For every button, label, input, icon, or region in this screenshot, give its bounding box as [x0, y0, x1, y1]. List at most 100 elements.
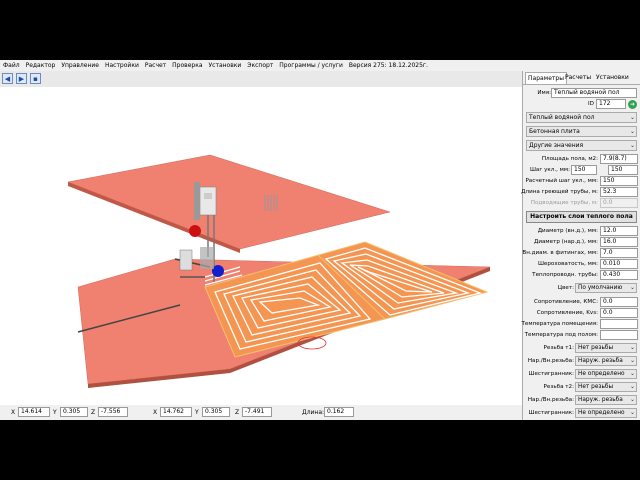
step-field[interactable]: 150	[571, 165, 597, 175]
color-label: Цвет:	[557, 285, 574, 291]
thread-type-t2-select[interactable]: Наруж. резьба ⌄	[575, 395, 637, 405]
select-row: Резьба т1: Нет резьбы ⌄	[523, 343, 640, 354]
y1-field[interactable]: 0.305	[60, 407, 88, 417]
select-value: Нет резьбы	[578, 345, 614, 351]
status-bar: X 14.614 Y 0.305 Z -7.556 X 14.762 Y 0.3…	[0, 405, 522, 420]
field-row: Сопротивление, КМС: 0.0	[523, 297, 640, 308]
type-dropdown-value: Теплый водяной пол	[529, 114, 595, 121]
menu-setup[interactable]: Установки	[206, 62, 245, 69]
outer-diameter-field[interactable]: 16.0	[600, 237, 638, 247]
menu-editor[interactable]: Редактор	[23, 62, 59, 69]
chevron-down-icon: ⌄	[629, 128, 635, 135]
hex-t2-select[interactable]: Не определено ⌄	[575, 408, 637, 418]
go-arrow-icon[interactable]: ➜	[628, 100, 637, 109]
toolbar: ◀ ▶ ▪	[0, 71, 522, 87]
z2-field[interactable]: -7.491	[242, 407, 272, 417]
3d-viewport[interactable]	[0, 87, 522, 405]
thread-t1-select[interactable]: Нет резьбы ⌄	[575, 343, 637, 353]
pump-body	[200, 247, 214, 269]
field-row: Шаг укл., мм: 150 150	[523, 165, 640, 176]
name-row: Имя: Теплый водяной пол	[523, 88, 640, 99]
menu-control[interactable]: Управление	[58, 62, 102, 69]
field-row: Вн.диам. в фитингах, мм: 7.0	[522, 248, 640, 259]
chevron-down-icon: ⌄	[629, 114, 635, 121]
select-row: Нар./Вн.резьба: Наруж. резьба ⌄	[523, 356, 640, 367]
menu-check[interactable]: Проверка	[169, 62, 205, 69]
kvs-field[interactable]: 0.0	[600, 308, 638, 318]
base-dropdown[interactable]: Бетонная плита ⌄	[526, 126, 637, 137]
configure-layers-button[interactable]: Настроить слои теплого пола	[526, 211, 637, 223]
tab-settings[interactable]: Установки	[594, 72, 631, 84]
field-row: Температура под полом:	[523, 330, 640, 341]
menu-settings[interactable]: Настройки	[102, 62, 142, 69]
hex-t1-select[interactable]: Не определено ⌄	[575, 369, 637, 379]
select-value: Нет резьбы	[578, 384, 614, 390]
menu-export[interactable]: Экспорт	[244, 62, 276, 69]
name-field[interactable]: Теплый водяной пол	[551, 88, 637, 98]
field-label: Температура помещения:	[521, 321, 598, 327]
select-row: Резьба т2: Нет резьбы ⌄	[523, 382, 640, 393]
z1-field[interactable]: -7.556	[98, 407, 128, 417]
type-dropdown[interactable]: Теплый водяной пол ⌄	[526, 112, 637, 123]
boiler-panel	[204, 193, 212, 199]
select-label: Шестигранник:	[528, 371, 574, 377]
save-icon[interactable]: ▪	[30, 73, 41, 84]
back-arrow-icon[interactable]: ◀	[2, 73, 13, 84]
conductivity-field[interactable]: 0.430	[600, 270, 638, 280]
chevron-down-icon: ⌄	[629, 396, 635, 403]
supply-pipes-field: 0.0	[600, 198, 638, 208]
red-expansion-tank	[189, 225, 201, 237]
field-label: Площадь пола, м2:	[541, 156, 598, 162]
x1-field[interactable]: 14.614	[18, 407, 50, 417]
pipe-length-field[interactable]: 52.3	[600, 187, 638, 197]
field-row: Расчетный шаг укл., мм: 150	[523, 176, 640, 187]
id-label: ID	[588, 101, 594, 107]
thread-type-t1-select[interactable]: Наруж. резьба ⌄	[575, 356, 637, 366]
x2-field[interactable]: 14.762	[160, 407, 192, 417]
underfloor-temp-field[interactable]	[600, 330, 638, 340]
field-row: Диаметр (вн.д.), мм: 12.0	[523, 226, 640, 237]
field-label: Сопротивление, КМС:	[533, 299, 598, 305]
menu-file[interactable]: Файл	[0, 62, 23, 69]
id-field[interactable]: 172	[596, 99, 626, 109]
tab-parameters[interactable]: Параметры	[525, 72, 567, 84]
step-field-2[interactable]: 150	[608, 165, 638, 175]
manifold-box	[194, 182, 200, 220]
chevron-down-icon: ⌄	[629, 383, 635, 390]
field-label: Расчетный шаг укл., мм:	[525, 178, 598, 184]
calc-step-field[interactable]: 150	[600, 176, 638, 186]
inner-diameter-field[interactable]: 12.0	[600, 226, 638, 236]
room-temp-field[interactable]	[600, 319, 638, 329]
length-field[interactable]: 0.162	[324, 407, 354, 417]
select-label: Шестигранник:	[528, 410, 574, 416]
chevron-down-icon: ⌄	[629, 370, 635, 377]
field-row: Площадь пола, м2: 7.9(8.7)	[523, 154, 640, 165]
base-dropdown-value: Бетонная плита	[529, 128, 580, 135]
field-row: Длина греющей трубы, м: 52.3	[521, 187, 640, 198]
menu-bar: Файл Редактор Управление Настройки Расче…	[0, 60, 640, 71]
kms-field[interactable]: 0.0	[600, 297, 638, 307]
id-row: ID 172 ➜	[523, 99, 640, 110]
roughness-field[interactable]: 0.010	[600, 259, 638, 269]
color-select[interactable]: По умолчанию ⌄	[575, 283, 637, 293]
select-label: Резьба т1:	[543, 345, 574, 351]
fitting-diameter-field[interactable]: 7.0	[600, 248, 638, 258]
x1-label: X	[11, 409, 16, 416]
field-row: Шероховатость, мм: 0.010	[523, 259, 640, 270]
tab-calculations[interactable]: Расчеты	[563, 72, 593, 84]
forward-arrow-icon[interactable]: ▶	[16, 73, 27, 84]
field-row: Диаметр (нар.д.), мм: 16.0	[523, 237, 640, 248]
thread-t2-select[interactable]: Нет резьбы ⌄	[575, 382, 637, 392]
select-label: Резьба т2:	[543, 384, 574, 390]
floor-scene	[67, 154, 491, 388]
area-field[interactable]: 7.9(8.7)	[600, 154, 638, 164]
menu-calc[interactable]: Расчет	[142, 62, 169, 69]
menu-version: Версия 275: 18.12.2025г.	[348, 62, 428, 69]
select-value: Наруж. резьба	[578, 358, 623, 364]
y2-field[interactable]: 0.305	[202, 407, 230, 417]
field-label: Подводящие трубы, м:	[530, 200, 598, 206]
menu-programs[interactable]: Программы / услуги	[276, 62, 346, 69]
values-dropdown[interactable]: Другие значения ⌄	[526, 140, 637, 151]
select-value: Не определено	[578, 371, 625, 377]
color-select-value: По умолчанию	[578, 285, 623, 291]
